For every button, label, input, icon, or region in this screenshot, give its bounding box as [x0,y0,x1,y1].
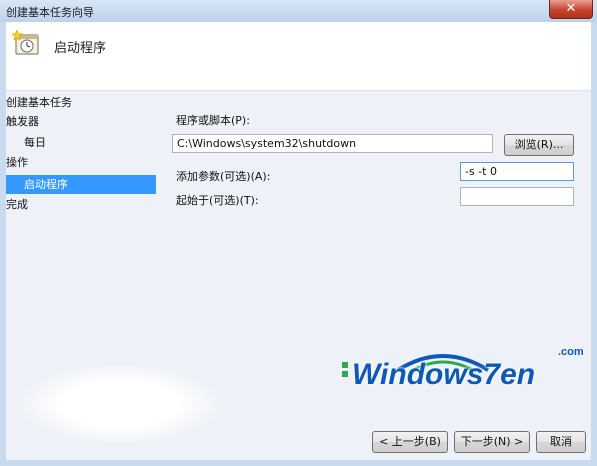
wizard-body: 创建基本任务 触发器 每日 操作 启动程序 完成 程序或脚本(P): C:\Wi… [6,91,591,460]
watermark-text: Windows7en [352,358,536,391]
watermark-suffix: .com [558,346,584,358]
wizard-client-area: 启动程序 创建基本任务 触发器 每日 操作 启动程序 完成 程序或脚本(P): … [6,22,591,460]
program-input[interactable]: C:\Windows\system32\shutdown [172,134,493,153]
site-watermark: Windows7en .com [338,340,588,392]
program-label: 程序或脚本(P): [176,114,250,127]
cancel-button[interactable]: 取消 [536,431,586,453]
nav-item-trigger[interactable]: 触发器 [6,112,39,131]
start-in-input[interactable] [460,187,574,206]
nav-item-action[interactable]: 操作 [6,153,28,172]
next-button[interactable]: 下一步(N) > [454,431,530,453]
browse-button[interactable]: 浏览(R)... [504,134,574,156]
nav-item-label: 启动程序 [24,178,68,191]
window-title: 创建基本任务向导 [6,6,94,19]
task-wizard-icon [12,30,39,55]
nav-item-label: 操作 [6,156,28,169]
nav-item-create-basic-task[interactable]: 创建基本任务 [6,93,72,112]
nav-item-daily[interactable]: 每日 [6,133,46,152]
title-bar: 创建基本任务向导 ✕ [0,0,597,22]
page-title: 启动程序 [54,41,107,56]
start-in-label: 起始于(可选)(T): [176,194,259,207]
arguments-input[interactable]: -s -t 0 [460,162,574,181]
nav-item-label: 每日 [24,136,46,149]
nav-item-start-program[interactable]: 启动程序 [6,175,156,194]
nav-item-label: 触发器 [6,115,39,128]
nav-item-finish[interactable]: 完成 [6,195,28,214]
nav-item-label: 创建基本任务 [6,96,72,109]
back-button[interactable]: < 上一步(B) [372,431,448,453]
nav-item-label: 完成 [6,198,28,211]
arguments-label: 添加参数(可选)(A): [176,170,271,183]
blur-smudge [20,364,220,444]
close-icon: ✕ [565,1,577,16]
close-button[interactable]: ✕ [549,0,593,19]
wizard-header: 启动程序 [6,22,591,91]
